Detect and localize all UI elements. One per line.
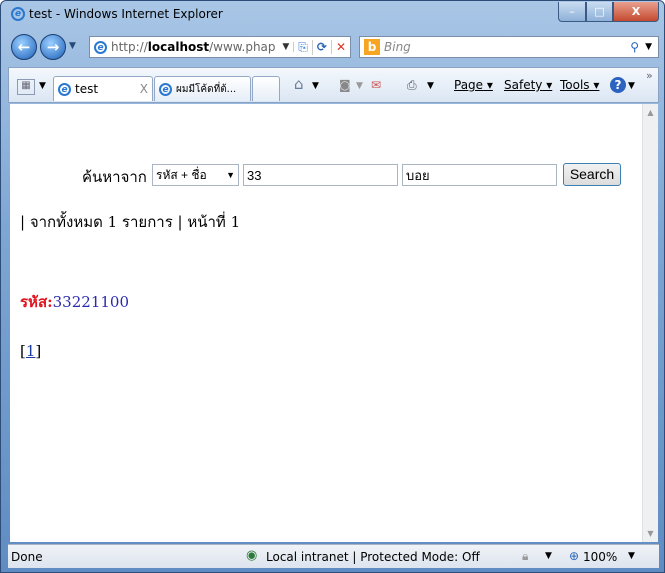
- read-mail-icon[interactable]: ✉: [371, 78, 381, 92]
- close-window-button[interactable]: X: [613, 2, 659, 22]
- result-item: รหัส:33221100: [20, 290, 129, 314]
- search-field-select[interactable]: รหัส + ชื่อ ▼: [152, 164, 239, 186]
- search-from-label: ค้นหาจาก: [82, 168, 147, 186]
- browser-window: e test - Windows Internet Explorer – □ X…: [0, 0, 665, 573]
- address-bar[interactable]: e http://localhost/www.phap ▼ ⎘ ⟳ ✕: [89, 36, 351, 58]
- back-button[interactable]: ←: [11, 34, 37, 60]
- print-icon[interactable]: ⎙: [407, 78, 417, 93]
- window-title: test - Windows Internet Explorer: [29, 7, 223, 21]
- url-scheme: http://: [111, 40, 148, 54]
- result-code-value: 33221100: [52, 293, 129, 311]
- minimize-icon: –: [569, 5, 575, 18]
- compatibility-view-icon[interactable]: ⎘: [294, 39, 313, 55]
- result-summary: | จากทั้งหมด 1 รายการ | หน้าที่ 1: [20, 213, 241, 231]
- bing-logo-icon: b: [364, 39, 380, 55]
- minimize-button[interactable]: –: [558, 2, 586, 22]
- safety-menu[interactable]: Safety ▾: [504, 78, 552, 92]
- feeds-icon[interactable]: ◙: [339, 78, 351, 92]
- tab-ie-icon: e: [58, 82, 71, 96]
- page-content: ค้นหาจาก รหัส + ชื่อ ▼ Search | จากทั้งห…: [10, 104, 642, 542]
- help-icon[interactable]: ?: [610, 77, 626, 93]
- forward-arrow-icon: →: [46, 38, 60, 56]
- search-options-icon[interactable]: ▼: [639, 42, 658, 52]
- page-menu-label: Page: [454, 78, 484, 92]
- protected-dropdown[interactable]: ▼: [545, 551, 552, 561]
- tab-thai-page[interactable]: e ผมมีโค้ดที่ต้...: [154, 76, 251, 101]
- zoom-icon: ⊕: [569, 549, 580, 563]
- help-label: ?: [614, 78, 622, 92]
- home-icon[interactable]: ⌂: [294, 75, 304, 93]
- result-code-label: รหัส:: [20, 293, 53, 311]
- maximize-icon: □: [594, 5, 605, 18]
- tab-test[interactable]: e test X: [53, 76, 153, 101]
- safety-menu-label: Safety: [504, 78, 543, 92]
- search-code-input[interactable]: [243, 164, 398, 186]
- feeds-dropdown[interactable]: ▼: [356, 81, 363, 91]
- vertical-scrollbar[interactable]: ▲ ▼: [642, 104, 658, 542]
- zoom-level[interactable]: 100%: [583, 550, 617, 564]
- tab-label: test: [75, 82, 99, 96]
- more-label: »: [646, 69, 653, 82]
- search-box[interactable]: b Bing ⚲ ▼: [359, 36, 659, 58]
- intranet-globe-icon: ◉: [246, 548, 258, 563]
- command-bar: ▦ ▼ e test X e ผมมีโค้ดที่ต้... ⌂ ▼ ◙ ▼ …: [8, 67, 659, 103]
- address-dropdown-icon[interactable]: ▼: [278, 42, 295, 52]
- status-bar: Done ◉ Local intranet | Protected Mode: …: [8, 544, 659, 568]
- print-dropdown[interactable]: ▼: [427, 81, 434, 91]
- pager-bracket: ]: [35, 342, 42, 360]
- tools-menu-label: Tools: [560, 78, 590, 92]
- select-value: รหัส + ชื่อ: [156, 167, 207, 182]
- new-tab-button[interactable]: [252, 76, 280, 101]
- stop-icon[interactable]: ✕: [332, 40, 350, 54]
- tab-list-dropdown[interactable]: ▼: [39, 81, 46, 91]
- forward-button[interactable]: →: [40, 34, 66, 60]
- ie-logo-icon: e: [11, 7, 25, 21]
- more-commands-icon[interactable]: »: [646, 69, 653, 82]
- help-dropdown[interactable]: ▼: [628, 81, 635, 91]
- page-link-1[interactable]: 1: [26, 342, 36, 360]
- maximize-button[interactable]: □: [586, 2, 613, 22]
- url-host: localhost: [147, 40, 210, 54]
- search-name-input[interactable]: [402, 164, 557, 186]
- pagination: [1]: [20, 342, 41, 360]
- recent-pages-dropdown[interactable]: ▼: [69, 41, 76, 51]
- back-arrow-icon: ←: [17, 38, 31, 56]
- page-menu[interactable]: Page ▾: [454, 78, 493, 92]
- refresh-icon[interactable]: ⟳: [313, 40, 332, 54]
- page-icon: e: [94, 40, 107, 54]
- close-icon: X: [631, 5, 641, 18]
- scroll-up-icon[interactable]: ▲: [643, 108, 658, 117]
- scroll-down-icon[interactable]: ▼: [643, 529, 658, 538]
- chevron-down-icon: ▼: [226, 170, 235, 180]
- tab-label: ผมมีโค้ดที่ต้...: [176, 83, 237, 95]
- tools-menu[interactable]: Tools ▾: [560, 78, 599, 92]
- tab-ie-icon: e: [159, 82, 172, 96]
- protected-mode-icon[interactable]: 🔒︎: [522, 549, 528, 564]
- status-text: Done: [11, 550, 43, 564]
- home-dropdown[interactable]: ▼: [312, 81, 319, 91]
- quick-tabs-icon[interactable]: ▦: [17, 79, 35, 95]
- search-placeholder: Bing: [384, 40, 411, 54]
- zoom-dropdown[interactable]: ▼: [628, 551, 635, 561]
- search-button[interactable]: Search: [563, 163, 621, 186]
- security-zone[interactable]: Local intranet | Protected Mode: Off: [266, 550, 480, 564]
- search-icon[interactable]: ⚲: [630, 40, 639, 54]
- title-bar: e test - Windows Internet Explorer: [11, 7, 223, 21]
- tab-close-icon[interactable]: X: [140, 82, 148, 96]
- url-path: /www.phap: [209, 40, 276, 54]
